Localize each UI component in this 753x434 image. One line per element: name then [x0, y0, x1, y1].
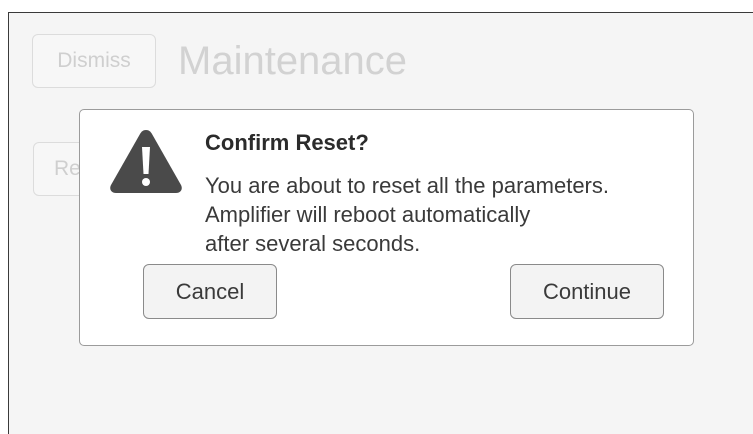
- dialog-message-line: after several seconds.: [205, 231, 421, 256]
- cancel-button[interactable]: Cancel: [143, 264, 277, 319]
- continue-button[interactable]: Continue: [510, 264, 664, 319]
- dialog-message-line: You are about to reset all the parameter…: [205, 173, 609, 198]
- dialog-message: You are about to reset all the parameter…: [205, 171, 609, 258]
- dismiss-button[interactable]: Dismiss: [32, 34, 156, 88]
- warning-icon: [110, 130, 182, 193]
- confirm-reset-dialog: Confirm Reset? You are about to reset al…: [79, 109, 694, 346]
- dialog-message-line: Amplifier will reboot automatically: [205, 202, 531, 227]
- page-title: Maintenance: [178, 39, 408, 83]
- dialog-title: Confirm Reset?: [205, 130, 369, 155]
